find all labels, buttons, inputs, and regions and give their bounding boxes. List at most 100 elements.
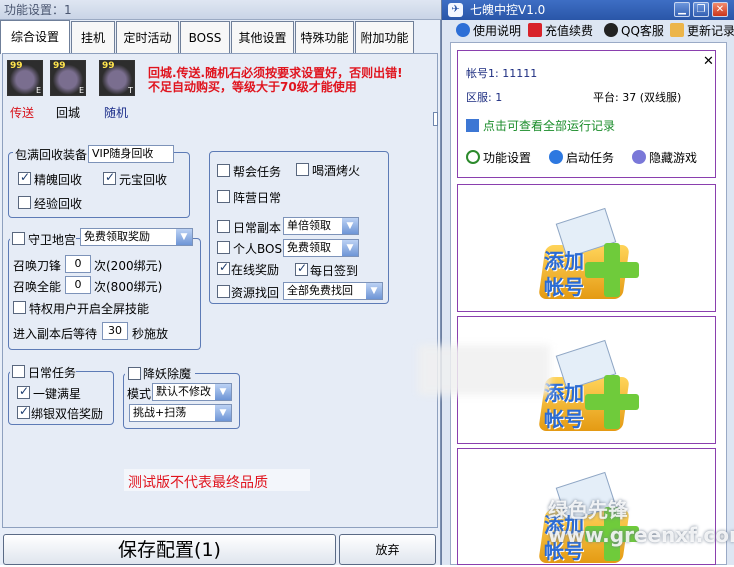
help-icon bbox=[456, 23, 470, 37]
return-stone-icon[interactable]: 99 E bbox=[50, 60, 86, 96]
daily-signin-label: 每日签到 bbox=[310, 264, 359, 278]
server-value: 1 bbox=[495, 91, 503, 104]
random-stone-icon[interactable]: 99 T bbox=[99, 60, 135, 96]
guard-palace-label: 守卫地宫 bbox=[28, 233, 77, 247]
online-reward-checkbox[interactable] bbox=[217, 260, 230, 275]
run-log-link[interactable]: 点击可查看全部运行记录 bbox=[466, 117, 615, 134]
menu-qq-support[interactable]: QQ客服 bbox=[604, 22, 664, 40]
summon-blade-label: 召唤刀锋 bbox=[13, 259, 62, 273]
daily-dungeon-select[interactable]: 单倍领取 ▼ bbox=[283, 217, 359, 235]
tab-extra[interactable]: 附加功能 bbox=[355, 21, 414, 53]
account-value: 11111 bbox=[502, 67, 538, 80]
double-reward-label: 绑银双倍奖励 bbox=[31, 407, 104, 421]
account-info-panel: ✕ 帐号1: 11111 区服: 1 平台: 37 (双线服) 点击可查看全部运… bbox=[457, 50, 716, 178]
server-label: 区服: bbox=[466, 91, 492, 104]
recharge-icon bbox=[528, 23, 542, 37]
qq-icon bbox=[604, 23, 618, 37]
tab-other-settings[interactable]: 其他设置 bbox=[231, 21, 294, 53]
minimize-icon[interactable]: ▁ bbox=[674, 2, 690, 17]
app-logo-icon: ✈ bbox=[448, 3, 463, 17]
add-account-icon: 添加 帐号 bbox=[530, 207, 648, 303]
personal-boss-select[interactable]: 免费领取 ▼ bbox=[283, 239, 359, 257]
save-config-button[interactable]: 保存配置(1) bbox=[3, 534, 336, 565]
drink-fire-checkbox[interactable] bbox=[296, 163, 309, 176]
guild-task-checkbox[interactable] bbox=[217, 164, 230, 177]
spirit-recycle-checkbox[interactable] bbox=[18, 170, 31, 185]
random-label: 随机 bbox=[104, 106, 129, 120]
guard-reward-select[interactable]: 免费领取奖励 ▼ bbox=[80, 228, 193, 246]
one-click-star-label: 一键满星 bbox=[33, 387, 82, 401]
teleport-stone-icon[interactable]: 99 E bbox=[7, 60, 43, 96]
resource-recovery-select[interactable]: 全部免费找回 ▼ bbox=[283, 282, 383, 300]
blurred-overlay bbox=[418, 345, 550, 395]
server-line: 区服: 1 bbox=[466, 89, 502, 105]
menu-help[interactable]: 使用说明 bbox=[456, 22, 521, 40]
add-account-slot[interactable]: 添加 帐号 bbox=[457, 184, 716, 312]
one-click-star-checkbox[interactable] bbox=[17, 384, 30, 399]
demon-action-select[interactable]: 挑战+扫荡 ▼ bbox=[129, 404, 232, 422]
exp-recycle-checkbox[interactable] bbox=[18, 196, 31, 209]
summon-blade-unit: 次(200绑元) bbox=[94, 259, 163, 273]
update-icon bbox=[670, 23, 684, 37]
recycle-mode-select[interactable]: VIP随身回收 bbox=[88, 145, 174, 163]
summon-all-label: 召唤全能 bbox=[13, 280, 62, 294]
wait-seconds-input[interactable]: 30 bbox=[102, 322, 128, 340]
menu-update-log[interactable]: 更新记录 bbox=[670, 22, 734, 40]
guard-palace-checkbox[interactable] bbox=[12, 232, 25, 245]
online-reward-label: 在线奖励 bbox=[231, 263, 280, 277]
personal-boss-checkbox[interactable] bbox=[217, 241, 230, 254]
ingot-recycle-label: 元宝回收 bbox=[119, 173, 168, 187]
summon-all-unit: 次(800绑元) bbox=[94, 280, 163, 294]
double-reward-checkbox[interactable] bbox=[17, 404, 30, 419]
account-line: 帐号1: 11111 bbox=[466, 65, 537, 81]
spirit-recycle-label: 精魄回收 bbox=[34, 173, 83, 187]
wait-unit: 秒施放 bbox=[132, 327, 169, 341]
start-task-button[interactable]: 启动任务 bbox=[549, 149, 614, 166]
summon-all-count-input[interactable]: 0 bbox=[65, 276, 91, 294]
recycle-group-title: 包满回收装备 bbox=[13, 146, 90, 163]
demon-checkbox[interactable] bbox=[128, 367, 141, 380]
resource-recovery-checkbox[interactable] bbox=[217, 285, 230, 298]
fullscreen-skill-checkbox[interactable] bbox=[13, 301, 26, 314]
close-account-icon[interactable]: ✕ bbox=[703, 54, 714, 69]
tab-special[interactable]: 特殊功能 bbox=[295, 21, 354, 53]
daily-dungeon-checkbox[interactable] bbox=[217, 220, 230, 233]
function-settings-button[interactable]: 功能设置 bbox=[466, 149, 531, 166]
return-label: 回城 bbox=[56, 106, 81, 120]
personal-boss-label: 个人BOSS bbox=[233, 242, 290, 256]
maximize-icon[interactable]: ❐ bbox=[693, 2, 709, 17]
summon-blade-count-input[interactable]: 0 bbox=[65, 255, 91, 273]
camp-daily-checkbox[interactable] bbox=[217, 190, 230, 203]
controller-title-bar: ✈ 七魄中控V1.0 bbox=[442, 0, 734, 20]
tab-idle[interactable]: 挂机 bbox=[71, 21, 115, 53]
platform-value: 37 (双线服) bbox=[622, 91, 682, 104]
demon-mode-label: 模式 bbox=[127, 387, 152, 401]
watermark: 绿色先锋 www.greenxf.com bbox=[548, 498, 734, 547]
wait-label: 进入副本后等待 bbox=[13, 327, 98, 341]
close-window-icon[interactable]: ✕ bbox=[712, 2, 728, 17]
controller-window: ✈ 七魄中控V1.0 ▁ ❐ ✕ 使用说明 充值续费 QQ客服 更新记录 ✕ 帐… bbox=[441, 0, 734, 565]
daily-signin-checkbox[interactable] bbox=[295, 261, 308, 276]
tab-general[interactable]: 综合设置 bbox=[0, 20, 70, 54]
drink-fire-label: 喝酒烤火 bbox=[312, 164, 361, 178]
panel-scroll-handle[interactable] bbox=[433, 112, 438, 126]
tab-timed-events[interactable]: 定时活动 bbox=[116, 21, 179, 53]
platform-label: 平台: bbox=[593, 91, 619, 104]
settings-window: 功能设置：1 综合设置 挂机 定时活动 BOSS 其他设置 特殊功能 附加功能 … bbox=[0, 0, 441, 565]
abandon-button[interactable]: 放弃 bbox=[339, 534, 436, 565]
account-label: 帐号1: bbox=[466, 67, 499, 80]
demon-mode-select[interactable]: 默认不修改 ▼ bbox=[152, 383, 232, 401]
menu-recharge[interactable]: 充值续费 bbox=[528, 22, 593, 40]
gear-icon bbox=[466, 150, 480, 164]
hide-game-button[interactable]: 隐藏游戏 bbox=[632, 149, 697, 166]
resource-recovery-label: 资源找回 bbox=[231, 286, 280, 300]
tab-boss[interactable]: BOSS bbox=[180, 21, 230, 53]
daily-task-checkbox[interactable] bbox=[12, 365, 25, 378]
exp-recycle-label: 经验回收 bbox=[34, 197, 83, 211]
daily-dungeon-label: 日常副本 bbox=[233, 221, 282, 235]
demon-label: 降妖除魔 bbox=[143, 367, 192, 381]
warning-line-2: 不足自动购买，等级大于70级才能使用 bbox=[148, 80, 357, 94]
settings-window-title: 功能设置：1 bbox=[0, 0, 441, 20]
ingot-recycle-checkbox[interactable] bbox=[103, 170, 116, 185]
test-version-notice: 测试版不代表最终品质 bbox=[128, 475, 268, 491]
